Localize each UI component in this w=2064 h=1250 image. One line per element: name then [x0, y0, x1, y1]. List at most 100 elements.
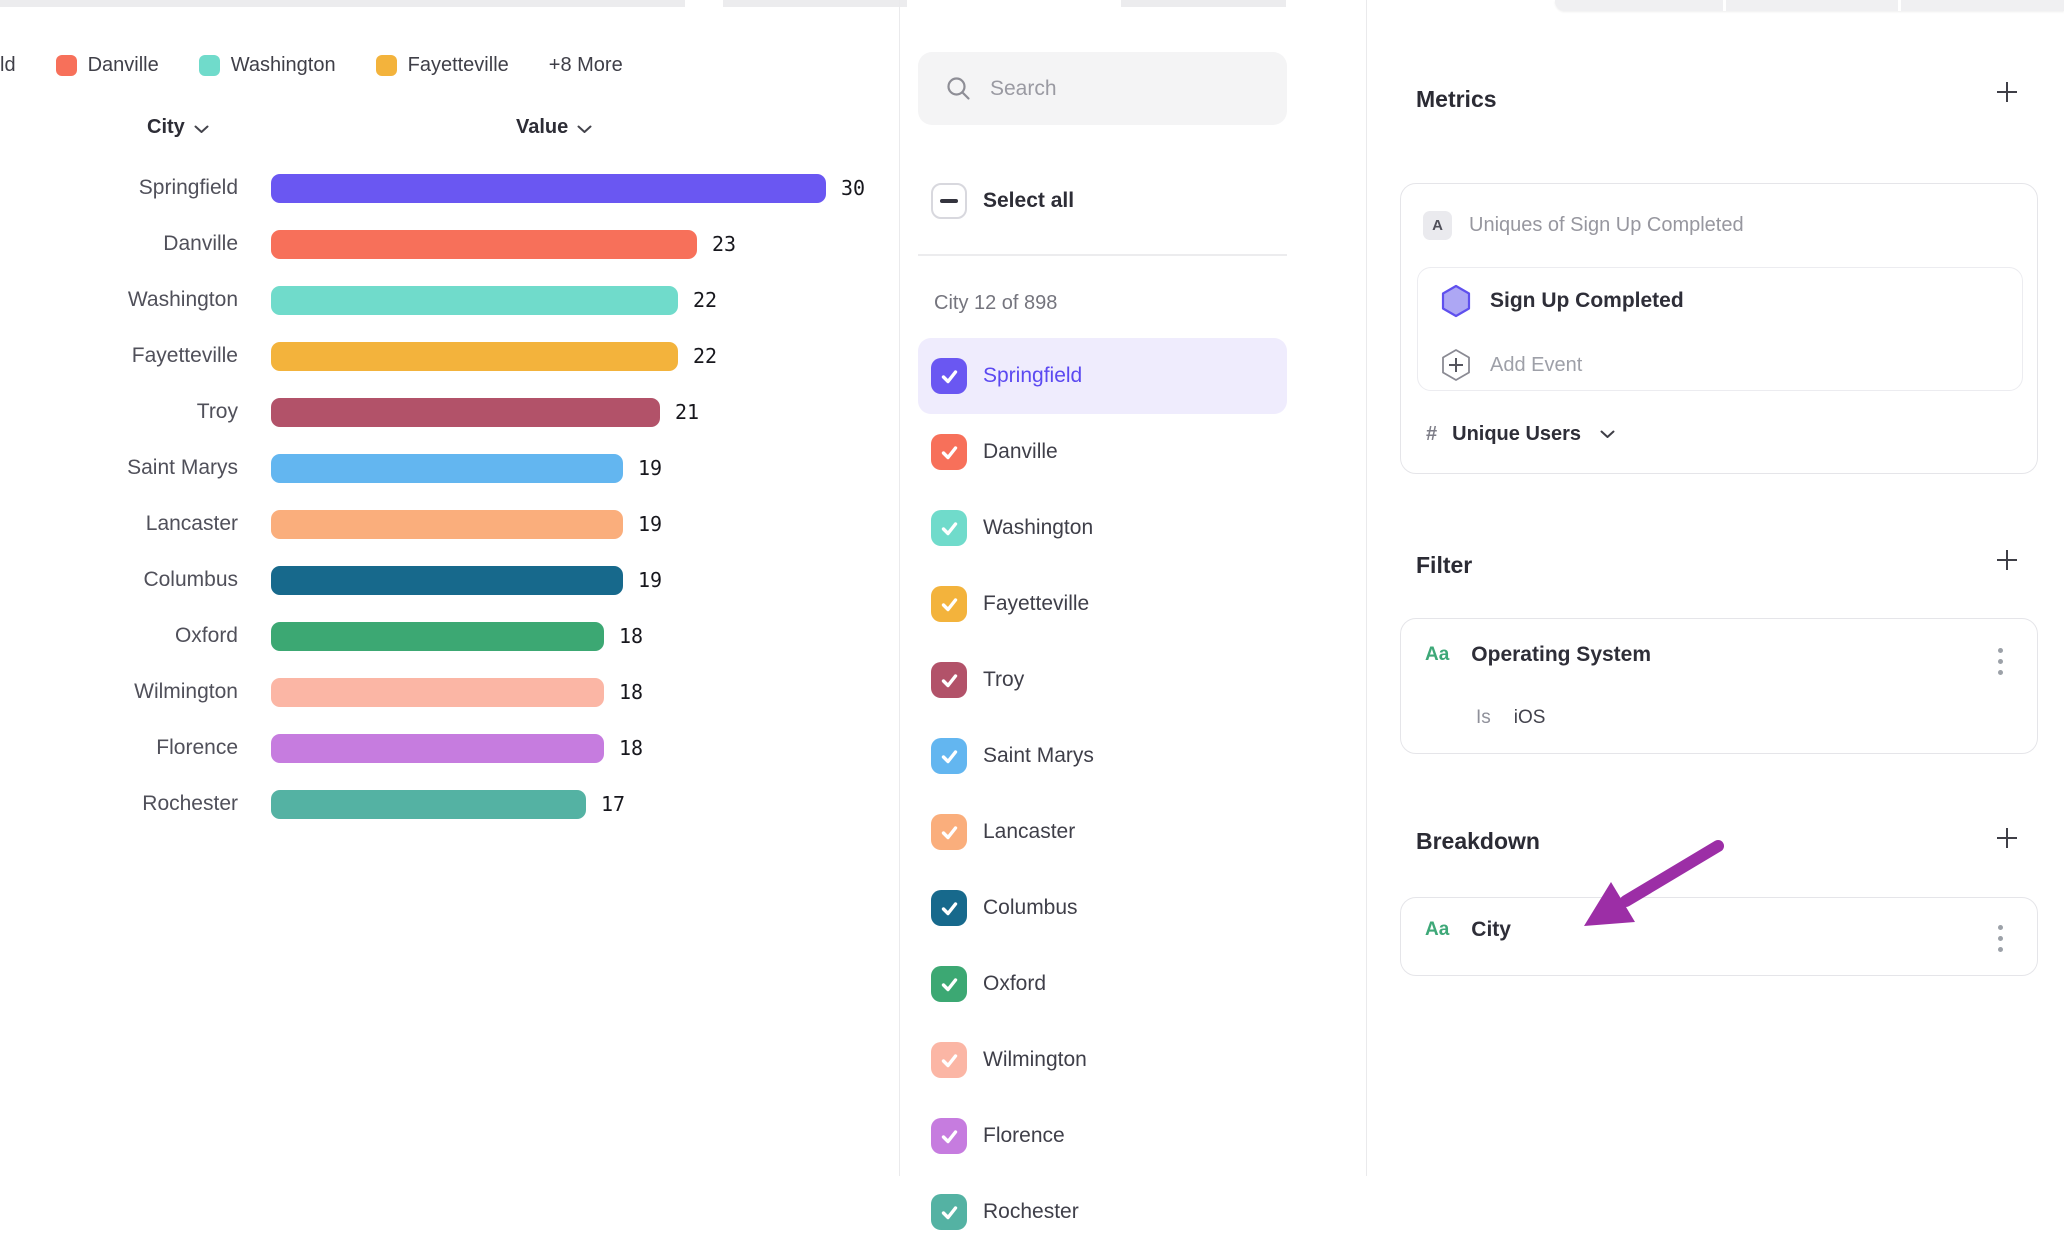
city-checkbox[interactable]	[931, 434, 967, 470]
bar[interactable]	[271, 174, 826, 203]
check-icon	[939, 1202, 960, 1223]
legend-item[interactable]: Fayetteville	[376, 54, 509, 77]
city-checkbox[interactable]	[931, 586, 967, 622]
select-all-row[interactable]: Select all	[931, 183, 1074, 219]
add-event-row[interactable]: Add Event	[1440, 348, 1582, 382]
city-checkbox[interactable]	[931, 814, 967, 850]
legend-item[interactable]: Washington	[199, 54, 336, 77]
city-list-item[interactable]: Saint Marys	[918, 718, 1287, 794]
legend-more-label[interactable]: +8 More	[549, 54, 623, 77]
search-input[interactable]	[990, 77, 1260, 101]
bar[interactable]	[271, 342, 678, 371]
breakdown-bar-chart-panel: ld Danville Washington Fayetteville +8 M…	[0, 0, 899, 1176]
bar[interactable]	[271, 398, 660, 427]
city-checkbox[interactable]	[931, 1042, 967, 1078]
city-label: Rochester	[983, 1200, 1079, 1224]
check-icon	[939, 974, 960, 995]
city-list-item[interactable]: Springfield	[918, 338, 1287, 414]
event-hexagon-icon	[1440, 284, 1472, 318]
bar-label: Oxford	[0, 624, 238, 648]
breakdown-property-row[interactable]: Aa City	[1425, 918, 1511, 942]
bar[interactable]	[271, 286, 678, 315]
city-label: Springfield	[983, 364, 1082, 388]
bar[interactable]	[271, 790, 586, 819]
city-list-item[interactable]: Fayetteville	[918, 566, 1287, 642]
legend-label: Fayetteville	[408, 54, 509, 77]
bar[interactable]	[271, 230, 697, 259]
chart-row: Columbus 19	[0, 552, 899, 608]
search-box[interactable]	[918, 52, 1287, 125]
filter-condition-row[interactable]: Is iOS	[1476, 707, 1545, 729]
filter-property-row[interactable]: Aa Operating System	[1425, 643, 1651, 667]
bar[interactable]	[271, 622, 604, 651]
legend-item-partial[interactable]: ld	[0, 54, 16, 77]
check-icon	[939, 746, 960, 767]
bar[interactable]	[271, 566, 623, 595]
city-label: Lancaster	[983, 820, 1075, 844]
chart-row: Troy 21	[0, 384, 899, 440]
bar-value: 30	[841, 176, 865, 200]
city-label: Troy	[983, 668, 1024, 692]
city-list-item[interactable]: Columbus	[918, 870, 1287, 946]
check-icon	[939, 1126, 960, 1147]
metric-summary-row: A Uniques of Sign Up Completed	[1423, 211, 1744, 240]
bar-label: Rochester	[0, 792, 238, 816]
number-type-icon: #	[1426, 423, 1437, 446]
column-header-value-label: Value	[516, 116, 568, 139]
legend-label: Danville	[88, 54, 159, 77]
bar-value: 19	[638, 456, 662, 480]
bar-value: 17	[601, 792, 625, 816]
city-list-item[interactable]: Lancaster	[918, 794, 1287, 870]
city-checkbox[interactable]	[931, 358, 967, 394]
city-label: Columbus	[983, 896, 1078, 920]
chevron-down-icon	[1600, 430, 1615, 439]
breakdown-menu-button[interactable]	[1985, 918, 2015, 958]
add-breakdown-button[interactable]	[1991, 822, 2023, 854]
filter-menu-button[interactable]	[1985, 641, 2015, 681]
city-checkbox[interactable]	[931, 1194, 967, 1230]
add-metric-button[interactable]	[1991, 76, 2023, 108]
city-list-item[interactable]: Oxford	[918, 946, 1287, 1022]
bar-value: 18	[619, 736, 643, 760]
legend-label: Washington	[231, 54, 336, 77]
bar-label: Columbus	[0, 568, 238, 592]
check-icon	[939, 442, 960, 463]
chart-row: Fayetteville 22	[0, 328, 899, 384]
city-checkbox[interactable]	[931, 510, 967, 546]
event-row[interactable]: Sign Up Completed	[1440, 284, 1684, 318]
city-list-item[interactable]: Rochester	[918, 1174, 1287, 1250]
bar[interactable]	[271, 734, 604, 763]
column-header-city[interactable]: City	[147, 116, 209, 139]
city-list-item[interactable]: Danville	[918, 414, 1287, 490]
bar[interactable]	[271, 510, 623, 539]
add-filter-button[interactable]	[1991, 544, 2023, 576]
city-checkbox[interactable]	[931, 662, 967, 698]
bar-value: 22	[693, 288, 717, 312]
city-list-item[interactable]: Washington	[918, 490, 1287, 566]
column-header-value[interactable]: Value	[516, 116, 592, 139]
legend-item[interactable]: Danville	[56, 54, 159, 77]
measure-dropdown[interactable]: # Unique Users	[1426, 423, 1615, 446]
city-checkbox[interactable]	[931, 966, 967, 1002]
bar[interactable]	[271, 678, 604, 707]
bar-value: 23	[712, 232, 736, 256]
city-list-item[interactable]: Troy	[918, 642, 1287, 718]
check-icon	[939, 822, 960, 843]
check-icon	[939, 366, 960, 387]
add-event-label: Add Event	[1490, 354, 1582, 377]
city-list-item[interactable]: Florence	[918, 1098, 1287, 1174]
city-checkbox[interactable]	[931, 1118, 967, 1154]
select-all-checkbox[interactable]	[931, 183, 967, 219]
search-icon	[945, 75, 972, 102]
chart-row: Saint Marys 19	[0, 440, 899, 496]
check-icon	[939, 898, 960, 919]
legend-swatch	[376, 55, 397, 76]
legend-swatch	[56, 55, 77, 76]
city-list-item[interactable]: Wilmington	[918, 1022, 1287, 1098]
city-checkbox[interactable]	[931, 738, 967, 774]
string-type-icon: Aa	[1425, 919, 1449, 941]
city-checkbox[interactable]	[931, 890, 967, 926]
bar[interactable]	[271, 454, 623, 483]
select-all-label: Select all	[983, 189, 1074, 213]
chevron-down-icon	[577, 125, 592, 134]
